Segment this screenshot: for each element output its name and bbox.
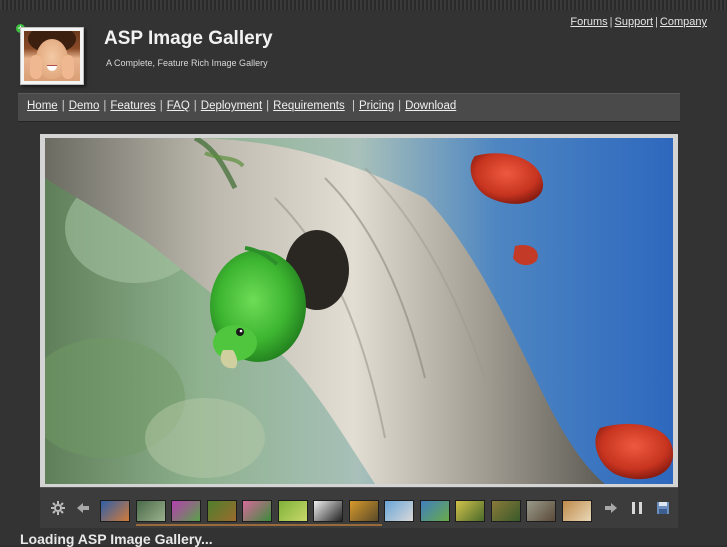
- gallery-toolbar: [40, 487, 678, 528]
- nav-separator: |: [103, 100, 107, 112]
- thumbnail-leaves-blue[interactable]: [419, 500, 450, 522]
- nav-item-features[interactable]: Features: [110, 100, 155, 112]
- gear-icon[interactable]: [49, 500, 67, 518]
- pause-icon[interactable]: [628, 500, 646, 518]
- nav-item-deployment[interactable]: Deployment: [201, 100, 262, 112]
- nav-separator: |: [159, 100, 163, 112]
- gallery-viewer: [40, 134, 678, 526]
- thumbnail-bird-flying[interactable]: [313, 500, 343, 522]
- forums-link[interactable]: Forums: [570, 16, 607, 28]
- thumbnail-owl[interactable]: [526, 500, 556, 522]
- nav-separator: |: [266, 100, 270, 112]
- nav-item-pricing[interactable]: Pricing: [359, 100, 394, 112]
- nav-item-requirements[interactable]: Requirements: [273, 100, 345, 112]
- nav-item-faq[interactable]: FAQ: [167, 100, 190, 112]
- logo[interactable]: [20, 27, 84, 85]
- thumbnail-turtle[interactable]: [490, 500, 521, 522]
- thumbnail-bird-branch[interactable]: [135, 500, 166, 522]
- thumbnail-bird-blue[interactable]: [100, 500, 130, 522]
- top-link-separator: |: [655, 16, 658, 28]
- arrow-left-icon[interactable]: [74, 500, 92, 518]
- nav-items: Home | Demo | Features | FAQ | Deployment | Requir…: [27, 100, 456, 112]
- top-links: Forums | Support | Company: [570, 16, 707, 28]
- thumbnail-butterfly-yellow[interactable]: [455, 500, 485, 522]
- thumbnail-cat[interactable]: [561, 500, 592, 522]
- site-title: ASP Image Gallery: [104, 28, 273, 49]
- nav-item-download[interactable]: Download: [405, 100, 456, 112]
- thumbnail-flower-pink[interactable]: [242, 500, 272, 522]
- logo-hand-left: [30, 55, 42, 79]
- top-decorative-strip: [0, 0, 727, 10]
- arrow-right-icon[interactable]: [602, 500, 620, 518]
- thumbnail-flower-purple[interactable]: [171, 500, 201, 522]
- nav-separator: |: [348, 100, 355, 112]
- nav-separator: |: [61, 100, 65, 112]
- thumbnail-leaf-green[interactable]: [277, 500, 308, 522]
- main-navbar: Home | Demo | Features | FAQ | Deployment | Requir…: [18, 93, 680, 122]
- support-link[interactable]: Support: [615, 16, 654, 28]
- nav-item-home[interactable]: Home: [27, 100, 58, 112]
- nav-item-demo[interactable]: Demo: [69, 100, 100, 112]
- site-tagline: A Complete, Feature Rich Image Gallery: [106, 58, 268, 68]
- top-link-separator: |: [609, 16, 613, 28]
- thumbnail-frog-green[interactable]: [206, 500, 237, 522]
- nav-separator: |: [193, 100, 197, 112]
- company-link[interactable]: Company: [660, 16, 707, 28]
- logo-hand-right: [62, 55, 74, 79]
- thumbnail-scroll-indicator: [136, 524, 382, 526]
- parrot-photo: [45, 138, 673, 484]
- main-gallery-image[interactable]: [45, 138, 673, 484]
- logo-photo: [24, 31, 80, 81]
- thumbnail-bird-sky[interactable]: [384, 500, 414, 522]
- nav-separator: |: [398, 100, 402, 112]
- thumbnail-butterfly-orange[interactable]: [348, 500, 379, 522]
- save-icon[interactable]: [654, 500, 672, 518]
